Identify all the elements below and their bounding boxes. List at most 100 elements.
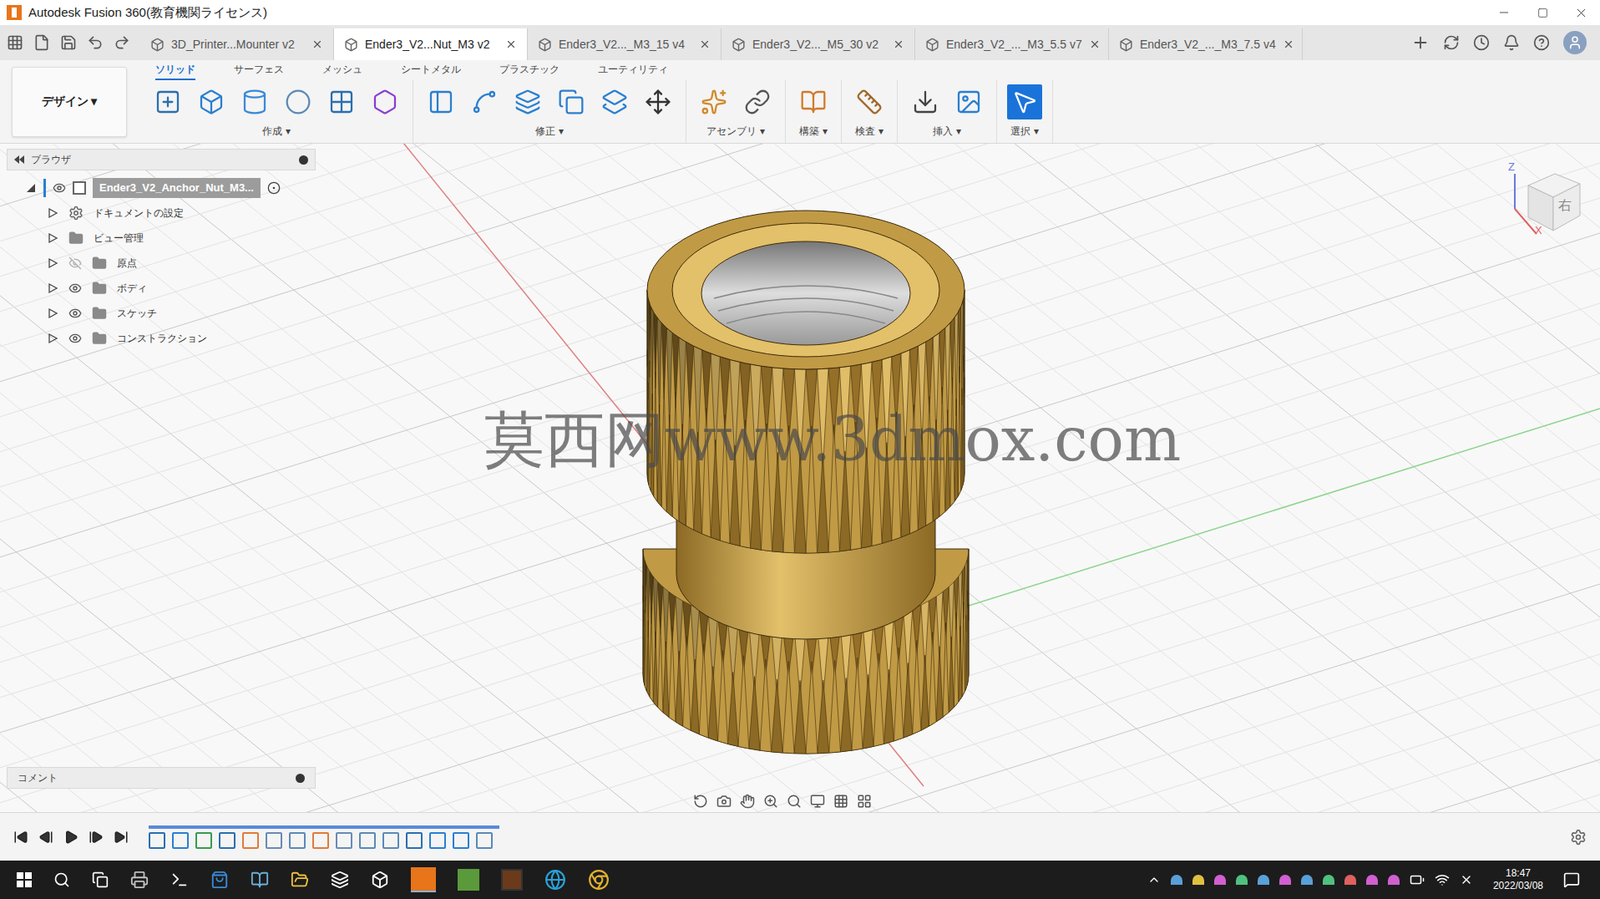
document-tab[interactable]: Ender3_V2..._M3_15 v4 bbox=[527, 28, 722, 61]
grid-settings-icon[interactable] bbox=[833, 793, 849, 809]
app-icon[interactable] bbox=[370, 870, 390, 889]
app-icon[interactable] bbox=[457, 868, 480, 891]
tray-icon[interactable] bbox=[1192, 874, 1205, 885]
tool-button[interactable] bbox=[324, 84, 360, 120]
job-status-icon[interactable] bbox=[1473, 34, 1490, 51]
timeline-feature-icon[interactable] bbox=[312, 831, 330, 849]
tree-toggle-icon[interactable] bbox=[25, 182, 37, 194]
toolbar-group-label[interactable]: アセンブリ ▾ bbox=[706, 123, 765, 139]
wifi-icon[interactable] bbox=[1434, 871, 1450, 887]
store-icon[interactable] bbox=[210, 870, 229, 889]
task-view-icon[interactable] bbox=[91, 870, 109, 888]
minimize-button[interactable] bbox=[1484, 0, 1524, 26]
pin-icon[interactable] bbox=[298, 155, 309, 165]
tree-toggle-icon[interactable] bbox=[46, 207, 59, 219]
tool-button[interactable] bbox=[553, 84, 589, 120]
tree-toggle-icon[interactable] bbox=[46, 232, 59, 244]
tray-icon[interactable] bbox=[1344, 874, 1357, 885]
tab-close-icon[interactable] bbox=[505, 38, 517, 51]
viewports-icon[interactable] bbox=[856, 793, 872, 809]
tray-expand-icon[interactable] bbox=[1147, 872, 1161, 887]
visibility-icon[interactable] bbox=[68, 331, 82, 345]
browser-item[interactable]: スケッチ bbox=[6, 300, 316, 326]
toolbar-tab[interactable]: プラスチック bbox=[499, 61, 560, 81]
tray-icon[interactable] bbox=[1387, 874, 1400, 885]
toolbar-tab[interactable]: ソリッド bbox=[155, 61, 196, 81]
browser-root[interactable]: Ender3_V2_Anchor_Nut_M3... bbox=[6, 175, 316, 201]
timeline-feature-icon[interactable] bbox=[242, 831, 259, 849]
collapse-icon[interactable] bbox=[14, 155, 25, 164]
close-button[interactable] bbox=[1561, 0, 1600, 26]
undo-icon[interactable] bbox=[86, 34, 104, 51]
workspace-button[interactable]: デザイン ▾ bbox=[11, 66, 127, 137]
document-tab[interactable]: 3D_Printer...Mounter v2 bbox=[140, 28, 335, 61]
visibility-icon[interactable] bbox=[52, 181, 66, 195]
edge-icon[interactable] bbox=[544, 868, 567, 891]
app-icon[interactable] bbox=[501, 868, 523, 891]
timeline-feature-icon[interactable] bbox=[335, 831, 353, 849]
browser-item[interactable]: 原点 bbox=[6, 250, 316, 276]
tree-toggle-icon[interactable] bbox=[46, 282, 59, 294]
zoom-icon[interactable] bbox=[763, 793, 779, 809]
tab-close-icon[interactable] bbox=[1282, 38, 1295, 51]
visibility-icon[interactable] bbox=[68, 281, 82, 295]
look-at-icon[interactable] bbox=[716, 793, 732, 809]
timeline-feature-icon[interactable] bbox=[288, 831, 306, 849]
tray-icon[interactable] bbox=[1279, 874, 1292, 885]
document-tab[interactable]: Ender3_V2..._M5_30 v2 bbox=[721, 28, 916, 61]
tool-button[interactable] bbox=[280, 84, 316, 120]
timeline-feature-icon[interactable] bbox=[148, 831, 166, 849]
toolbar-group-label[interactable]: 作成 ▾ bbox=[262, 123, 290, 139]
tab-close-icon[interactable] bbox=[698, 38, 711, 51]
tray-icon[interactable] bbox=[1366, 874, 1378, 885]
first-icon[interactable] bbox=[13, 829, 29, 845]
previous-icon[interactable] bbox=[38, 829, 54, 845]
tool-button[interactable] bbox=[510, 84, 546, 120]
tray-icon[interactable] bbox=[1322, 874, 1335, 885]
tray-icon[interactable] bbox=[1257, 874, 1270, 885]
tool-button[interactable] bbox=[237, 84, 273, 120]
maximize-button[interactable] bbox=[1523, 0, 1562, 26]
orbit-icon[interactable] bbox=[693, 793, 709, 809]
chrome-icon[interactable] bbox=[587, 868, 610, 891]
toolbar-tab[interactable]: メッシュ bbox=[322, 61, 363, 81]
tool-button[interactable] bbox=[466, 84, 502, 120]
timeline-feature-icon[interactable] bbox=[265, 831, 283, 849]
view-cube[interactable]: ZX右 bbox=[1503, 162, 1587, 238]
redo-icon[interactable] bbox=[113, 34, 131, 51]
play-icon[interactable] bbox=[63, 829, 79, 845]
document-tab[interactable]: Ender3_V2_..._M3_5.5 v7 bbox=[915, 28, 1109, 61]
tool-button[interactable] bbox=[640, 84, 676, 120]
toolbar-group-label[interactable]: 選択 ▾ bbox=[1010, 123, 1038, 139]
save-icon[interactable] bbox=[60, 34, 77, 51]
toolbar-tab[interactable]: サーフェス bbox=[233, 61, 284, 81]
timeline-settings-icon[interactable] bbox=[1569, 828, 1587, 846]
toolbar-tab[interactable]: シートメタル bbox=[400, 61, 461, 81]
tool-button[interactable] bbox=[696, 84, 732, 120]
search-icon[interactable] bbox=[53, 870, 71, 888]
toolbar-tab[interactable]: ユーティリティ bbox=[597, 61, 669, 81]
tool-button[interactable] bbox=[1007, 84, 1043, 120]
timeline-feature-icon[interactable] bbox=[359, 831, 376, 849]
visibility-icon[interactable] bbox=[68, 306, 82, 320]
last-icon[interactable] bbox=[113, 829, 129, 845]
timeline-track[interactable] bbox=[148, 825, 500, 849]
display-settings-icon[interactable] bbox=[810, 793, 826, 809]
app-icon[interactable] bbox=[130, 870, 149, 889]
tool-button[interactable] bbox=[907, 84, 943, 120]
battery-icon[interactable] bbox=[1409, 871, 1425, 887]
tool-button[interactable] bbox=[150, 84, 186, 120]
tree-toggle-icon[interactable] bbox=[46, 257, 59, 269]
browser-item[interactable]: ビュー管理 bbox=[6, 225, 316, 251]
pin-icon[interactable] bbox=[295, 773, 305, 783]
timeline-feature-icon[interactable] bbox=[429, 831, 446, 849]
timeline-feature-icon[interactable] bbox=[405, 831, 423, 849]
visibility-icon[interactable] bbox=[68, 256, 82, 270]
tool-button[interactable] bbox=[951, 84, 987, 120]
timeline-feature-icon[interactable] bbox=[218, 831, 236, 849]
browser-item[interactable]: ドキュメントの設定 bbox=[6, 200, 316, 226]
timeline-feature-icon[interactable] bbox=[452, 831, 470, 849]
tray-icon[interactable] bbox=[1170, 874, 1183, 885]
tool-button[interactable] bbox=[597, 84, 633, 120]
tool-button[interactable] bbox=[739, 84, 775, 120]
